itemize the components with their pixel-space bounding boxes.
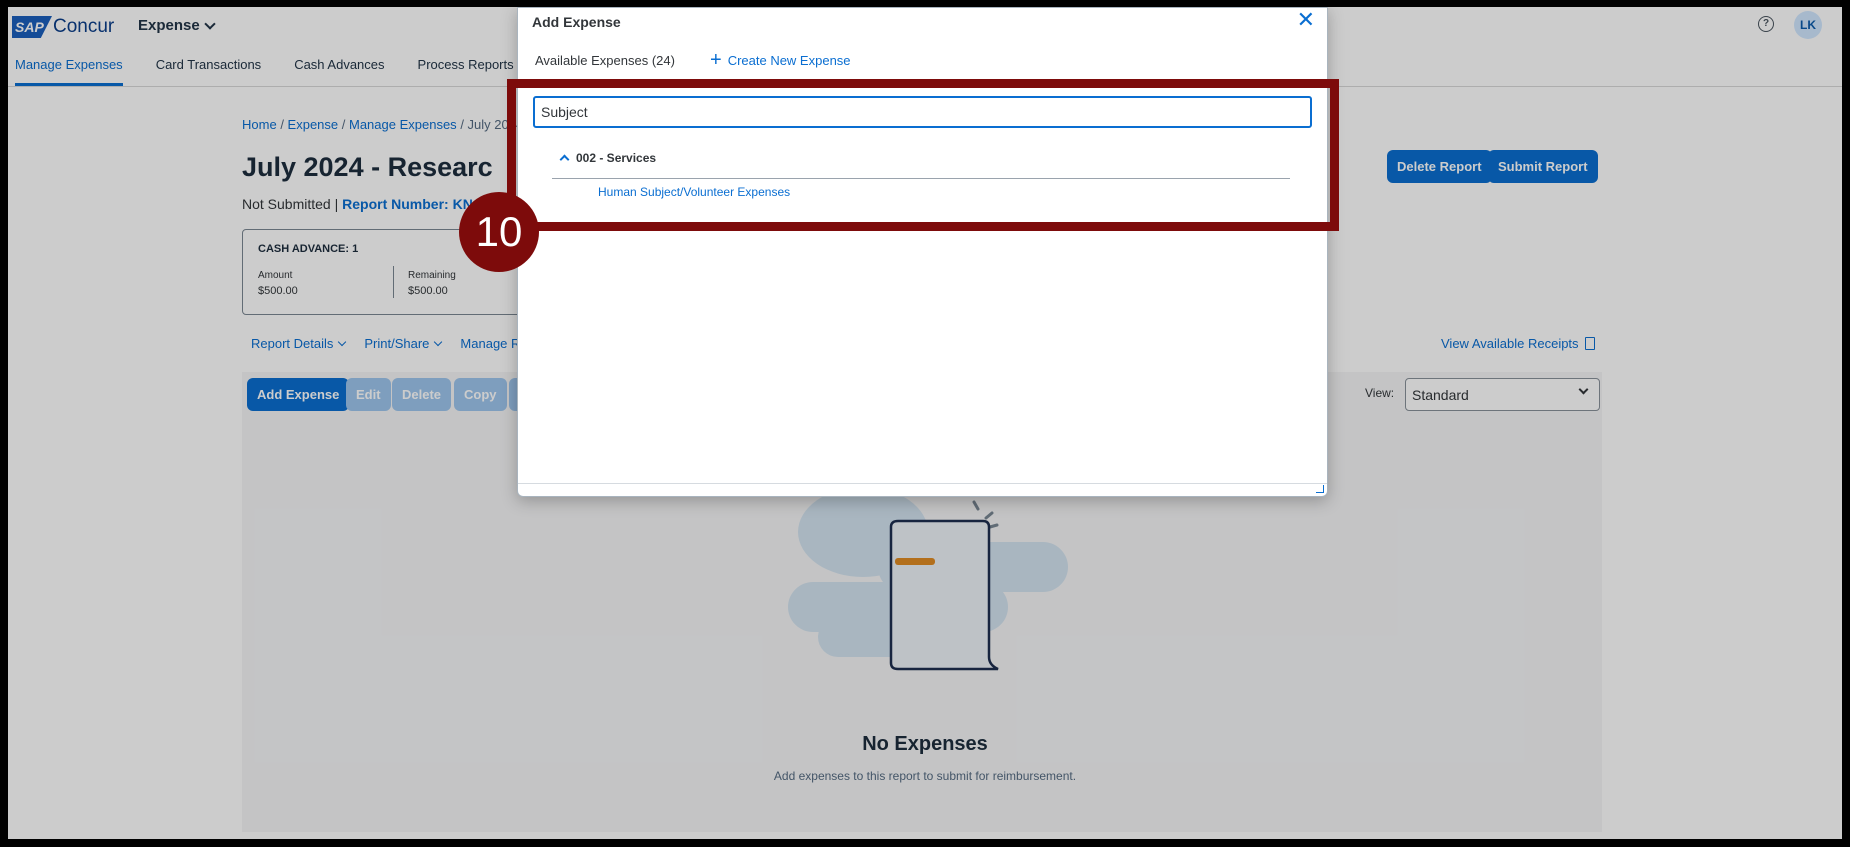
create-new-expense-button[interactable]: + Create New Expense — [710, 49, 851, 71]
modal-title: Add Expense — [532, 14, 621, 30]
app-page: SAP Concur Expense Manage Expenses Card … — [8, 7, 1842, 839]
step-number-badge: 10 — [459, 192, 539, 272]
close-icon[interactable]: ✕ — [1297, 9, 1315, 31]
divider — [518, 483, 1327, 484]
plus-icon: + — [710, 49, 722, 71]
resize-handle[interactable] — [1316, 485, 1324, 493]
annotation-highlight-box — [507, 79, 1339, 231]
create-new-label: Create New Expense — [727, 53, 851, 68]
tab-available-expenses[interactable]: Available Expenses (24) — [535, 53, 675, 68]
